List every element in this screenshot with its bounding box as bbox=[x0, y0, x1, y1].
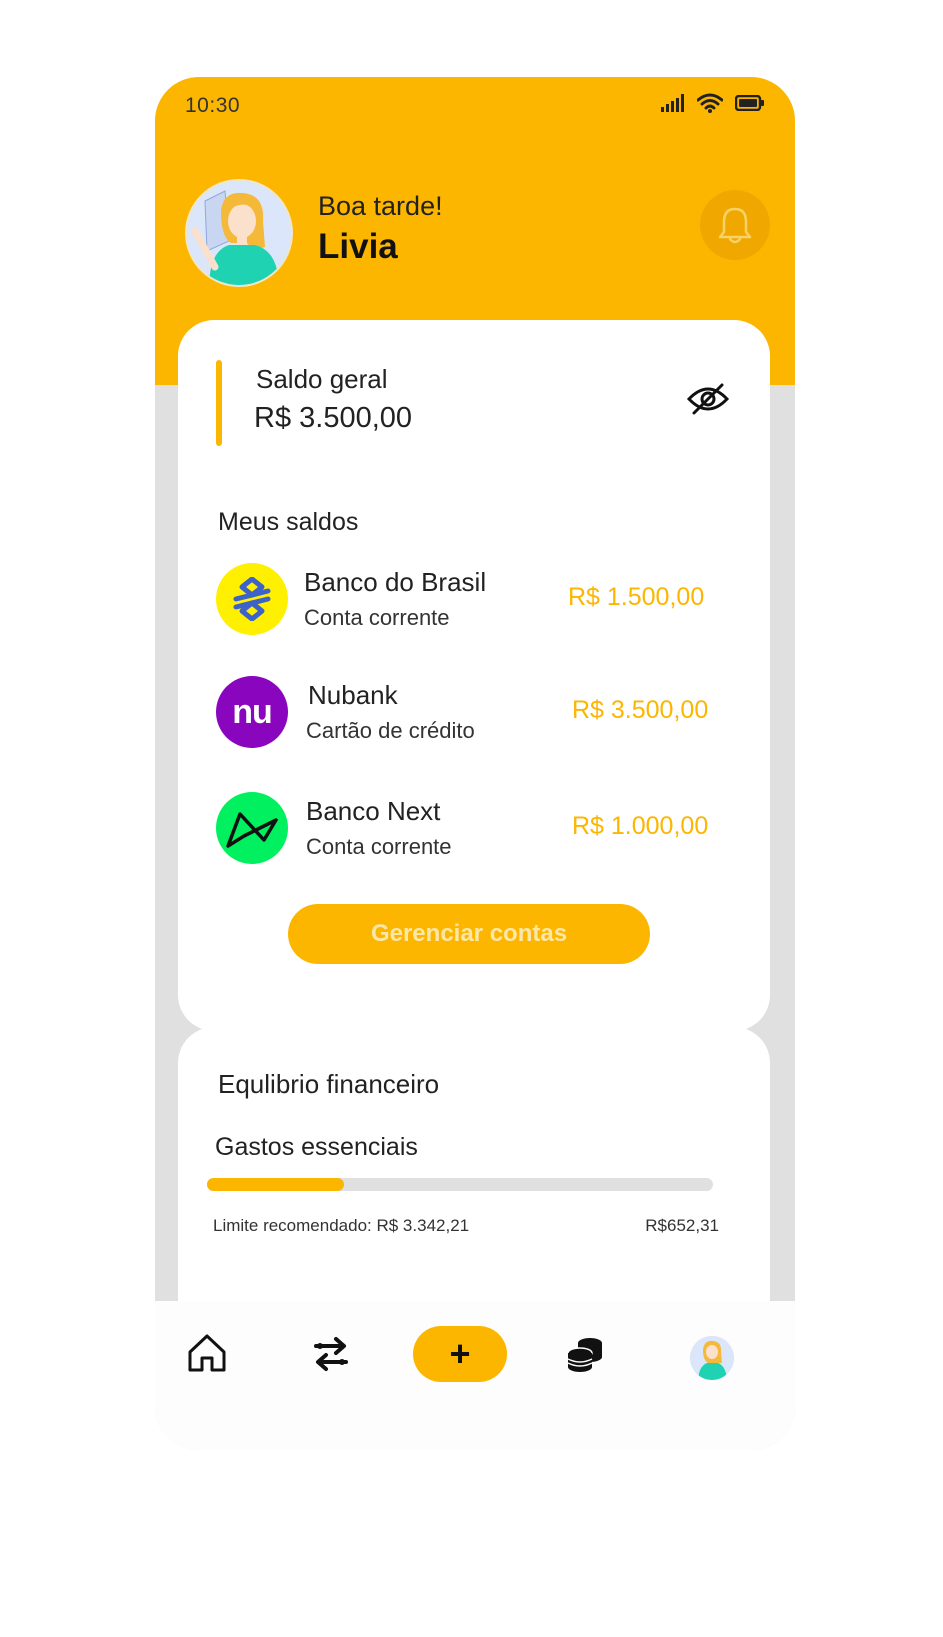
account-amount: R$ 3.500,00 bbox=[572, 696, 709, 724]
notifications-button[interactable] bbox=[700, 190, 770, 260]
phone-screen: 10:30 Boa tarde! Livia Saldo geral R$ 3.… bbox=[155, 77, 795, 1450]
user-illustration bbox=[187, 181, 291, 285]
account-item-banco-do-brasil[interactable]: Banco do Brasil Conta corrente R$ 1.500,… bbox=[216, 563, 736, 637]
financial-balance-title: Equlibrio financeiro bbox=[218, 1069, 440, 1099]
nav-transfers[interactable] bbox=[311, 1334, 351, 1374]
balance-value: R$ 3.500,00 bbox=[254, 402, 413, 434]
progress-fill bbox=[207, 1178, 344, 1191]
account-type: Cartão de crédito bbox=[306, 718, 475, 743]
transfer-icon bbox=[314, 1337, 348, 1371]
nubank-logo-text: nu bbox=[232, 692, 273, 731]
signal-icon bbox=[661, 94, 684, 112]
home-icon bbox=[188, 1334, 226, 1372]
account-type: Conta corrente bbox=[304, 605, 450, 630]
banco-do-brasil-logo-icon bbox=[216, 563, 288, 635]
balances-card: Saldo geral R$ 3.500,00 Meus saldos Banc… bbox=[178, 320, 770, 1031]
battery-icon bbox=[735, 95, 764, 111]
bottom-nav: + bbox=[155, 1301, 795, 1450]
nav-profile[interactable] bbox=[690, 1336, 734, 1380]
wifi-icon bbox=[697, 93, 723, 113]
next-logo-icon bbox=[216, 792, 288, 864]
account-type: Conta corrente bbox=[306, 834, 452, 859]
coins-icon bbox=[567, 1338, 602, 1372]
nav-home[interactable] bbox=[185, 1331, 229, 1375]
balance-accent-bar bbox=[216, 360, 222, 446]
nav-wallet[interactable] bbox=[565, 1334, 605, 1374]
account-amount: R$ 1.000,00 bbox=[572, 812, 709, 840]
my-balances-title: Meus saldos bbox=[218, 508, 359, 536]
category-title: Gastos essenciais bbox=[215, 1133, 418, 1161]
profile-avatar-icon bbox=[690, 1336, 734, 1380]
add-button[interactable]: + bbox=[413, 1326, 507, 1382]
user-name: Livia bbox=[318, 227, 398, 266]
recommended-limit: Limite recomendado: R$ 3.342,21 bbox=[213, 1216, 470, 1235]
status-time: 10:30 bbox=[185, 94, 241, 117]
account-name: Banco do Brasil bbox=[304, 567, 487, 597]
account-amount: R$ 1.500,00 bbox=[568, 583, 705, 611]
bell-icon bbox=[718, 207, 752, 244]
eye-off-icon bbox=[686, 383, 730, 415]
account-item-nubank[interactable]: nu Nubank Cartão de crédito R$ 3.500,00 bbox=[216, 676, 736, 750]
nubank-logo-icon: nu bbox=[216, 676, 288, 748]
avatar[interactable] bbox=[185, 179, 293, 287]
account-name: Banco Next bbox=[306, 796, 441, 826]
balance-label: Saldo geral bbox=[256, 364, 388, 394]
account-item-banco-next[interactable]: Banco Next Conta corrente R$ 1.000,00 bbox=[216, 792, 736, 866]
add-icon: + bbox=[449, 1333, 471, 1374]
spent-amount: R$652,31 bbox=[645, 1216, 719, 1235]
manage-accounts-button[interactable]: Gerenciar contas bbox=[288, 904, 650, 964]
progress-track bbox=[207, 1178, 713, 1191]
status-icons bbox=[661, 93, 765, 113]
toggle-visibility-button[interactable] bbox=[686, 382, 730, 416]
greeting: Boa tarde! bbox=[318, 191, 443, 221]
account-name: Nubank bbox=[308, 680, 398, 710]
